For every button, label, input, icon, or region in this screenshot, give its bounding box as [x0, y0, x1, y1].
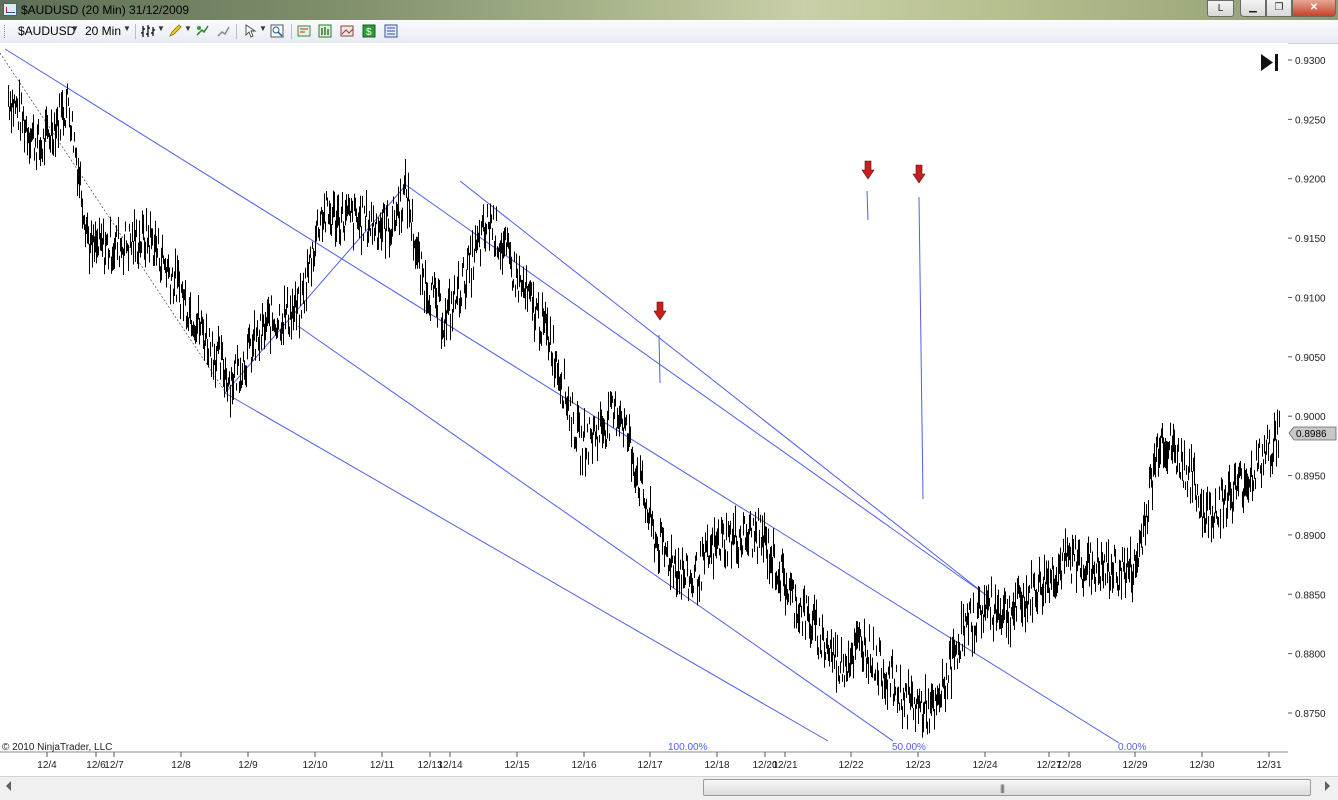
svg-text:$: $ — [366, 27, 372, 38]
price-axis-label: 0.9150 — [1295, 234, 1326, 245]
time-axis-label: 12/8 — [171, 760, 191, 771]
price-axis-label: 0.9100 — [1295, 293, 1326, 304]
fib-label-100: 100.00% — [668, 742, 708, 753]
price-axis-label: 0.9050 — [1295, 353, 1326, 364]
cursor-dropdown-icon[interactable]: ▼ — [259, 24, 267, 33]
scrollbar-grip-icon: ||| — [1000, 783, 1005, 793]
time-axis[interactable]: 12/4 12/612/7 12/8 12/9 12/10 12/11 12/1312/14… — [37, 752, 1282, 771]
scroll-right-arrow-icon[interactable] — [1325, 781, 1330, 791]
drawing-pencil-icon[interactable] — [168, 24, 182, 38]
price-axis-label: 0.8950 — [1295, 472, 1326, 483]
price-chart[interactable]: 100.00% 50.00% 0.00% © 2010 NinjaTrader,… — [0, 43, 1338, 776]
copyright-text: © 2010 NinjaTrader, LLC — [2, 742, 112, 753]
time-axis-label: 12/18 — [704, 760, 729, 771]
chart-trader-icon[interactable] — [318, 24, 332, 38]
time-axis-label: 12/6 — [86, 760, 106, 771]
toolbar-separator — [291, 24, 292, 39]
price-axis-label: 0.9000 — [1295, 412, 1326, 423]
time-axis-label: 12/31 — [1256, 760, 1281, 771]
time-axis-label: 12/24 — [972, 760, 997, 771]
instrument-selector[interactable]: $AUDUSD — [18, 24, 75, 38]
price-axis-label: 0.9200 — [1295, 175, 1326, 186]
money-icon[interactable]: $ — [362, 24, 376, 38]
time-axis-label: 12/29 — [1122, 760, 1147, 771]
toolbar-separator — [236, 24, 237, 39]
interval-selector[interactable]: 20 Min — [85, 24, 121, 38]
time-axis-label: 12/22 — [838, 760, 863, 771]
data-box-icon[interactable] — [384, 24, 398, 38]
snapshot-icon[interactable] — [340, 24, 354, 38]
fib-label-0: 0.00% — [1118, 742, 1146, 753]
price-axis-label: 0.8900 — [1295, 531, 1326, 542]
zoom-icon[interactable] — [270, 24, 284, 38]
current-price-label: 0.8986 — [1296, 429, 1327, 440]
minimize-button[interactable]: ▁ — [1240, 0, 1266, 17]
price-axis-label: 0.8850 — [1295, 590, 1326, 601]
bar-type-icon[interactable] — [141, 24, 155, 38]
time-axis-label: 12/16 — [571, 760, 596, 771]
time-axis-label: 12/4 — [37, 760, 57, 771]
close-button[interactable]: ✕ — [1292, 0, 1336, 17]
price-axis-label: 0.8800 — [1295, 650, 1326, 661]
time-axis-label: 12/14 — [437, 760, 462, 771]
time-axis-label: 12/15 — [504, 760, 529, 771]
properties-icon[interactable] — [297, 24, 311, 38]
maximize-button[interactable]: ❐ — [1266, 0, 1292, 17]
price-axis[interactable]: 0.9300 0.9250 0.9200 0.9150 0.9100 0.9050 0.90… — [1288, 56, 1326, 720]
plot-area — [0, 43, 1288, 752]
price-axis-label: 0.9300 — [1295, 56, 1326, 67]
chart-app-icon — [3, 3, 17, 16]
price-axis-label: 0.8750 — [1295, 709, 1326, 720]
strategy-icon[interactable] — [216, 24, 230, 38]
time-axis-label: 12/7 — [104, 760, 124, 771]
cursor-icon[interactable] — [243, 24, 257, 38]
chart-toolbar: $AUDUSD ▼ 20 Min ▼ ▼ ▼ ▼ $ — [0, 20, 1338, 44]
time-axis-label: 12/11 — [370, 760, 395, 771]
bar-type-dropdown-icon[interactable]: ▼ — [157, 24, 165, 33]
fib-label-50: 50.00% — [892, 742, 926, 753]
window-title: $AUDUSD (20 Min) 31/12/2009 — [21, 3, 190, 17]
current-price-marker: 0.8986 — [1288, 426, 1337, 441]
horizontal-scrollbar[interactable]: ||| — [0, 776, 1338, 800]
add-indicator-icon[interactable] — [195, 24, 209, 38]
scroll-left-arrow-icon[interactable] — [6, 781, 11, 791]
scrollbar-thumb[interactable]: ||| — [703, 779, 1311, 796]
time-axis-label: 12/23 — [905, 760, 930, 771]
toolbar-grip[interactable] — [4, 25, 7, 38]
drawing-dropdown-icon[interactable]: ▼ — [184, 24, 192, 33]
time-axis-label: 12/10 — [302, 760, 327, 771]
toolbar-separator — [135, 24, 136, 39]
time-axis-label: 12/17 — [637, 760, 662, 771]
price-axis-label: 0.9250 — [1295, 115, 1326, 126]
window-title-bar[interactable]: $AUDUSD (20 Min) 31/12/2009 L ▁ ❐ ✕ — [0, 0, 1338, 20]
time-axis-label: 12/21 — [772, 760, 797, 771]
instrument-dropdown-icon[interactable]: ▼ — [71, 24, 79, 33]
time-axis-label: 12/30 — [1189, 760, 1214, 771]
time-axis-label: 12/28 — [1056, 760, 1081, 771]
link-button[interactable]: L — [1207, 0, 1234, 17]
time-axis-label: 12/9 — [238, 760, 258, 771]
interval-dropdown-icon[interactable]: ▼ — [123, 24, 131, 33]
